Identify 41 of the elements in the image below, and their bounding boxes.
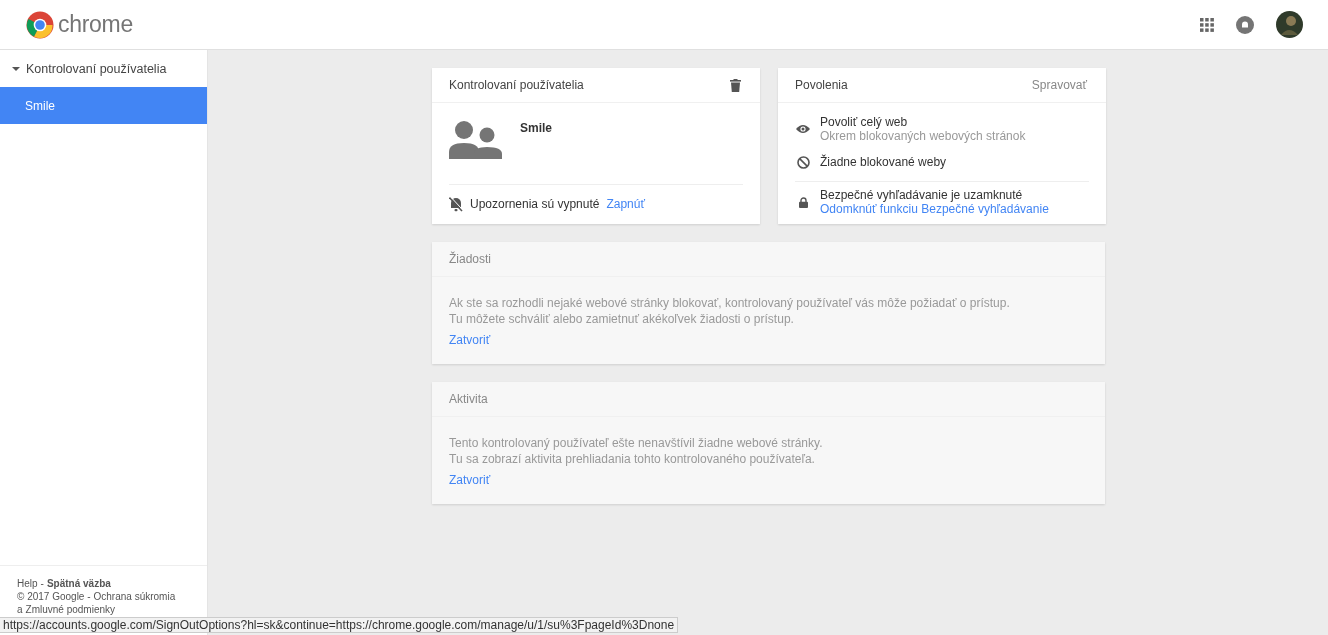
user-name: Smile <box>520 121 552 135</box>
permission-title: Žiadne blokované weby <box>820 155 947 169</box>
footer-text: © 2017 Google - <box>17 590 91 603</box>
permission-title: Povoliť celý web <box>820 115 909 129</box>
info-text: Ak ste sa rozhodli nejaké webové stránky blokovať, kontrolovaný používateľ vás môže požiadať o prístup. <box>449 295 1011 311</box>
footer-text: - <box>40 577 44 590</box>
permission-title: Bezpečné vyhľadávanie je uzamknuté <box>820 188 1024 202</box>
info-text: Tu sa zobrazí aktivita prehliadania tohto kontrolovaného používateľa. <box>449 451 816 467</box>
footer-link[interactable]: Zmluvné podmienky <box>25 603 116 616</box>
unlock-link[interactable]: Odomknúť funkciu Bezpečné vyhľadávanie <box>820 202 1049 216</box>
footer-link[interactable]: Ochrana súkromia <box>93 590 176 603</box>
people-icon <box>449 121 503 159</box>
notifications-icon[interactable] <box>1236 15 1254 34</box>
notification-status: Upozornenia sú vypnuté <box>470 197 600 211</box>
info-text: Tento kontrolovaný používateľ ešte nenavštívil žiadne webové stránky. <box>449 435 824 451</box>
close-link[interactable]: Zatvoriť <box>449 333 1088 347</box>
bell-off-icon <box>449 196 463 212</box>
enable-link[interactable]: Zapnúť <box>606 197 645 211</box>
avatar-icon[interactable] <box>1276 11 1303 38</box>
sidebar-group[interactable]: Kontrolovaní používatelia <box>0 50 207 87</box>
caret-icon <box>12 66 20 71</box>
trash-icon[interactable] <box>730 78 741 92</box>
footer-link[interactable]: Spätná väzba <box>46 577 111 590</box>
sidebar-item[interactable]: Smile <box>0 87 207 124</box>
permission-description: Okrem blokovaných webových stránok <box>820 129 1026 143</box>
status-bar-url: https://accounts.google.com/SignOutOptions?hl=sk&continue=https://chrome.google.com/manage/u/1/su%3FpageId%3Dnone <box>0 617 679 633</box>
apps-grid-icon[interactable] <box>1200 17 1214 32</box>
card-title: Žiadosti <box>449 252 492 266</box>
card-title: Povolenia <box>795 78 848 92</box>
close-link[interactable]: Zatvoriť <box>449 473 1088 487</box>
lock-icon <box>798 196 808 208</box>
card-title: Aktivita <box>449 392 488 406</box>
footer-link[interactable]: Help <box>17 577 38 590</box>
eye-icon <box>796 124 810 134</box>
info-text: Tu môžete schváliť alebo zamietnuť akékoľvek žiadosti o prístup. <box>449 311 795 327</box>
footer-text: a <box>17 603 23 616</box>
card-title: Kontrolovaní používatelia <box>449 78 584 92</box>
logo-text[interactable]: chrome <box>58 11 133 38</box>
block-icon <box>796 155 810 169</box>
chrome-logo-icon <box>26 10 54 39</box>
manage-link[interactable]: Spravovať <box>1031 78 1087 92</box>
